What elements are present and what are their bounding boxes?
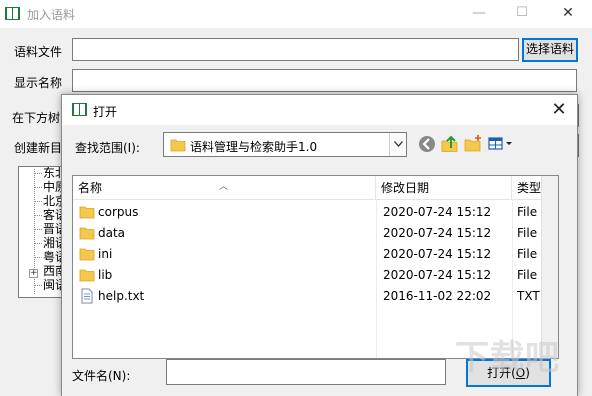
tree-item[interactable]: 晋语	[43, 223, 62, 236]
list-item[interactable]: corpus 2020-07-24 15:12 File Fol	[73, 202, 558, 223]
look-in-label: 查找范围(I):	[75, 141, 140, 155]
folder-icon	[79, 248, 95, 261]
file-name-label: 文件名(N):	[72, 369, 131, 383]
minimize-button[interactable]: —	[468, 4, 490, 22]
file-type: TXT 文件	[517, 289, 541, 303]
file-list-header: 名称 ︿ 修改日期 类型	[73, 176, 558, 200]
file-modified: 2016-11-02 22:02	[383, 289, 492, 303]
corpus-file-input[interactable]	[72, 38, 519, 61]
list-item[interactable]: lib 2020-07-24 15:12 File Fol	[73, 265, 558, 286]
add-corpus-titlebar: 加入语料 — ☐ ✕	[0, 0, 592, 28]
column-header-modified[interactable]: 修改日期	[376, 176, 512, 200]
file-name: lib	[98, 268, 113, 282]
file-modified: 2020-07-24 15:12	[383, 226, 492, 240]
file-name-input[interactable]	[166, 359, 446, 385]
tree-item[interactable]: 东北	[43, 167, 62, 180]
file-type: File Fol	[517, 226, 541, 240]
folder-icon	[79, 227, 95, 240]
look-in-value: 语料管理与检索助手1.0	[190, 140, 318, 154]
tree-location-label: 在下方树	[12, 111, 61, 125]
book-icon	[5, 7, 20, 20]
file-type: File Fol	[517, 247, 541, 261]
display-name-label: 显示名称	[14, 76, 63, 90]
tree-item[interactable]: 客语	[43, 209, 62, 222]
look-in-dropdown[interactable]: 语料管理与检索助手1.0	[163, 132, 407, 157]
file-type: File Fol	[517, 205, 541, 219]
book-icon	[72, 103, 87, 116]
list-item[interactable]: help.txt 2016-11-02 22:02 TXT 文件	[73, 286, 558, 307]
dialog-title: 打开	[93, 105, 118, 119]
maximize-button[interactable]: ☐	[511, 4, 533, 22]
file-modified: 2020-07-24 15:12	[383, 205, 492, 219]
sort-up-icon: ︿	[219, 182, 229, 192]
folder-icon	[170, 139, 186, 152]
list-item[interactable]: data 2020-07-24 15:12 File Fol	[73, 223, 558, 244]
watermark-logo: 下载吧	[455, 338, 560, 378]
tree-item[interactable]: 西南	[43, 265, 62, 278]
tree-item[interactable]: 粤语	[43, 251, 62, 264]
tree-item[interactable]: 北京	[43, 195, 62, 208]
file-name: help.txt	[98, 289, 145, 303]
column-header-name[interactable]: 名称 ︿	[73, 176, 376, 200]
folder-icon	[79, 269, 95, 282]
tree-item[interactable]: 闽语	[43, 279, 62, 292]
chevron-down-icon[interactable]	[389, 133, 406, 156]
close-button[interactable]: ✕	[557, 4, 579, 22]
tree-item[interactable]: 中原	[43, 181, 62, 194]
tree-item[interactable]: 湘语	[43, 237, 62, 250]
new-folder-icon[interactable]	[463, 134, 483, 154]
file-name: data	[98, 226, 126, 240]
file-name: corpus	[98, 205, 139, 219]
file-modified: 2020-07-24 15:12	[383, 268, 492, 282]
create-new-label: 创建新目	[14, 141, 63, 155]
expand-plus-icon[interactable]: +	[29, 269, 38, 278]
corpus-file-label: 语料文件	[14, 45, 63, 59]
dialog-titlebar: 打开 ✕	[62, 95, 577, 125]
view-menu-icon[interactable]	[487, 134, 515, 154]
up-folder-icon[interactable]	[440, 134, 460, 154]
display-name-input[interactable]	[72, 69, 577, 92]
file-modified: 2020-07-24 15:12	[383, 247, 492, 261]
back-icon[interactable]	[417, 134, 437, 154]
select-corpus-button[interactable]: 选择语料	[522, 38, 578, 62]
list-item[interactable]: ini 2020-07-24 15:12 File Fol	[73, 244, 558, 265]
category-tree[interactable]: 东北 中原 北京 客语 晋语 湘语 粤语 + 西南 闽语	[18, 166, 63, 298]
window-title: 加入语料	[27, 8, 76, 22]
file-type: File Fol	[517, 268, 541, 282]
file-name: ini	[98, 247, 113, 261]
dialog-close-button[interactable]: ✕	[549, 100, 569, 120]
folder-icon	[79, 206, 95, 219]
text-file-icon	[81, 288, 93, 304]
